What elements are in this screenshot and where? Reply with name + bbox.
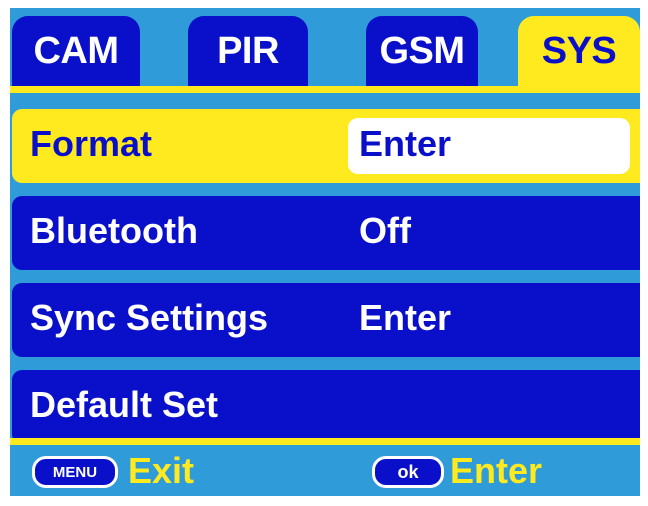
tab-gsm[interactable]: GSM (366, 16, 478, 86)
tab-sys[interactable]: SYS (518, 16, 640, 86)
menu-item-value: Enter (359, 123, 452, 164)
tab-sys-label: SYS (541, 29, 617, 72)
tab-bar: CAM PIR GSM SYS (10, 8, 640, 92)
menu-item-label: Default Set (30, 384, 219, 425)
menu-item-sync-settings[interactable]: Sync Settings Enter (12, 283, 640, 357)
tab-cam-label: CAM (33, 29, 119, 72)
tab-cam[interactable]: CAM (12, 16, 140, 86)
tab-pir[interactable]: PIR (188, 16, 308, 86)
exit-hint: Exit (128, 450, 195, 491)
menu-item-bluetooth[interactable]: Bluetooth Off (12, 196, 640, 270)
ok-key-icon[interactable]: ok (372, 456, 444, 488)
menu-item-label: Sync Settings (30, 297, 269, 338)
bottom-divider (10, 438, 640, 445)
menu-item-default-set[interactable]: Default Set (12, 370, 640, 444)
menu-item-value: Off (359, 210, 411, 251)
top-divider (10, 86, 640, 93)
menu-item-label: Format (30, 123, 153, 164)
tab-gsm-label: GSM (379, 29, 465, 72)
footer-hints: MENU Exit ok Enter (10, 445, 640, 496)
menu-item-label: Bluetooth (30, 210, 198, 251)
enter-hint: Enter (450, 450, 543, 491)
device-screen: CAM PIR GSM SYS Format Enter Bluetooth O… (10, 8, 640, 496)
menu-item-value: Enter (359, 297, 452, 338)
menu-key-icon[interactable]: MENU (32, 456, 118, 488)
menu-item-format[interactable]: Format Enter (12, 109, 640, 183)
menu-key-label: MENU (52, 463, 98, 481)
tab-pir-label: PIR (217, 29, 279, 72)
ok-key-label: ok (397, 461, 419, 482)
